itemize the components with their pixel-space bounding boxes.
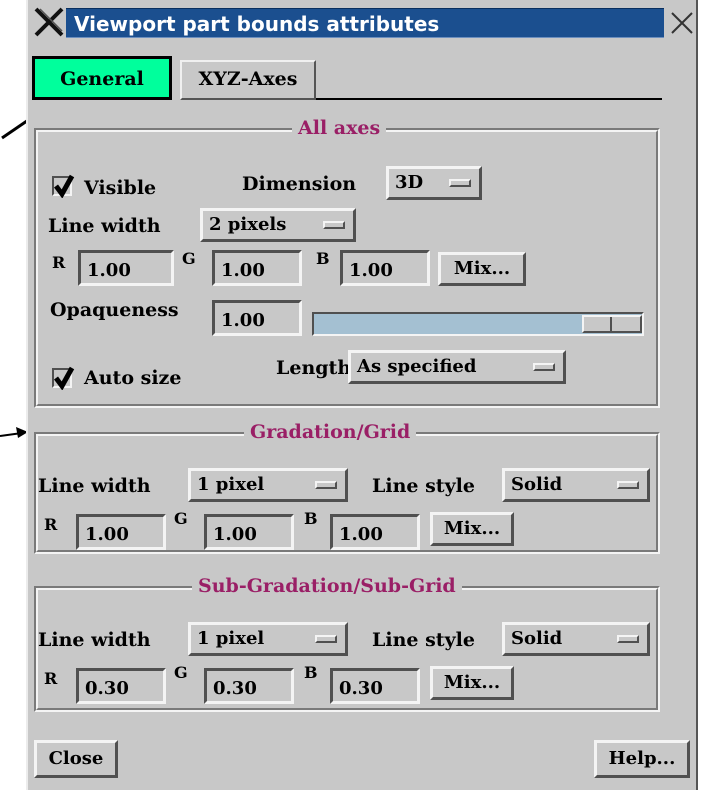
option-menu-icon (449, 179, 471, 187)
subgradation-green-field[interactable]: 0.30 (204, 668, 294, 704)
tab-general[interactable]: General (32, 56, 172, 100)
gradation-line-style-value: Solid (511, 474, 563, 495)
option-menu-icon (315, 635, 337, 643)
line-width-label: Line width (48, 215, 161, 237)
dimension-value: 3D (395, 172, 424, 193)
gradation-mix-button[interactable]: Mix... (430, 512, 514, 546)
gradation-red-label: R (44, 515, 58, 534)
opaqueness-slider[interactable] (312, 312, 644, 336)
subgradation-red-label: R (44, 669, 58, 688)
title-bar: Viewport part bounds attributes (28, 0, 696, 44)
subgradation-mix-button[interactable]: Mix... (430, 666, 514, 700)
opaqueness-label: Opaqueness (50, 299, 179, 321)
subgradation-line-style-select[interactable]: Solid (502, 622, 650, 656)
visible-label: Visible (84, 177, 157, 199)
option-menu-icon (617, 481, 639, 489)
subgradation-line-style-label: Line style (372, 629, 475, 651)
auto-size-label: Auto size (84, 367, 182, 389)
subgradation-red-field[interactable]: 0.30 (76, 668, 166, 704)
checkmark-icon (54, 174, 75, 198)
length-label: Length (276, 357, 352, 379)
mix-button[interactable]: Mix... (438, 252, 526, 286)
gradation-line-width-label: Line width (38, 475, 151, 497)
dimension-label: Dimension (242, 173, 357, 195)
subgradation-line-style-value: Solid (511, 628, 563, 649)
length-value: As specified (357, 356, 477, 377)
gradation-red-field[interactable]: 1.00 (76, 514, 166, 550)
gradation-line-style-select[interactable]: Solid (502, 468, 650, 502)
close-button[interactable]: Close (34, 740, 118, 778)
gradation-green-label: G (174, 509, 188, 528)
gradation-line-width-value: 1 pixel (197, 474, 265, 495)
length-select[interactable]: As specified (348, 350, 566, 384)
red-field[interactable]: 1.00 (78, 250, 174, 286)
option-menu-icon (533, 363, 555, 371)
dimension-select[interactable]: 3D (386, 166, 482, 200)
close-window-icon[interactable] (668, 8, 696, 38)
gradation-line-width-select[interactable]: 1 pixel (188, 468, 348, 502)
gradation-blue-field[interactable]: 1.00 (330, 514, 420, 550)
subgradation-line-width-select[interactable]: 1 pixel (188, 622, 348, 656)
opaqueness-slider-thumb[interactable] (582, 315, 642, 333)
option-menu-icon (323, 221, 345, 229)
gradation-blue-label: B (304, 509, 318, 528)
line-width-select[interactable]: 2 pixels (200, 208, 356, 242)
subgradation-line-width-label: Line width (38, 629, 151, 651)
line-width-value: 2 pixels (209, 214, 287, 235)
subgradation-title: Sub-Gradation/Sub-Grid (192, 574, 462, 598)
gradation-green-field[interactable]: 1.00 (204, 514, 294, 550)
opaqueness-field[interactable]: 1.00 (212, 300, 302, 336)
subgradation-green-label: G (174, 663, 188, 682)
option-menu-icon (315, 481, 337, 489)
subgradation-blue-label: B (304, 663, 318, 682)
option-menu-icon (617, 635, 639, 643)
auto-size-checkbox[interactable] (52, 366, 75, 390)
subgradation-blue-field[interactable]: 0.30 (330, 668, 420, 704)
gradation-line-style-label: Line style (372, 475, 475, 497)
subgradation-line-width-value: 1 pixel (197, 628, 265, 649)
help-button[interactable]: Help... (594, 740, 690, 778)
window-title: Viewport part bounds attributes (66, 8, 664, 38)
dialog-window: Viewport part bounds attributes General … (26, 0, 698, 790)
blue-field[interactable]: 1.00 (340, 250, 430, 286)
checkmark-icon (54, 366, 75, 390)
gradation-title: Gradation/Grid (244, 420, 417, 444)
all-axes-title: All axes (292, 116, 387, 140)
window-menu-x-icon[interactable] (34, 7, 64, 37)
blue-label: B (316, 249, 330, 268)
green-label: G (182, 249, 196, 268)
red-label: R (52, 253, 66, 272)
green-field[interactable]: 1.00 (212, 250, 302, 286)
visible-checkbox[interactable] (52, 174, 75, 198)
tab-underline (316, 98, 662, 100)
tab-xyz-axes[interactable]: XYZ-Axes (180, 60, 316, 100)
